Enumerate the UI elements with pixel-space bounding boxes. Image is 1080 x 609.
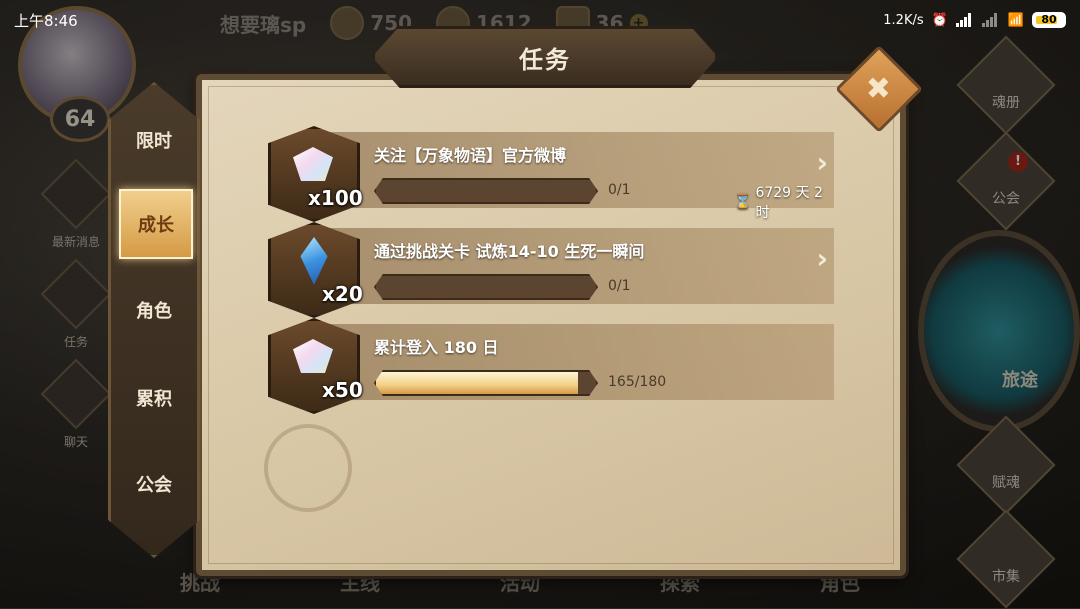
status-bar: 上午8:46 1.2K/s ⏰ 📶 80	[0, 0, 1080, 40]
tab-growth[interactable]: 成长	[119, 189, 193, 259]
quest-row[interactable]: x100 关注【万象物语】官方微博 0/1 ⌛ 6729 天 2 时 ›	[268, 126, 834, 222]
quest-row[interactable]: x50 累计登入 180 日 165/180	[268, 318, 834, 414]
progress-fill	[376, 372, 578, 394]
quest-timer: ⌛ 6729 天 2 时	[734, 182, 834, 222]
hourglass-icon: ⌛	[734, 194, 752, 210]
clock: 上午8:46	[14, 11, 78, 30]
timer-text: 6729 天 2 时	[755, 185, 823, 221]
dialog-title: 任务	[519, 45, 571, 74]
alarm-icon: ⏰	[931, 12, 948, 28]
blue-crystal-icon	[300, 237, 328, 285]
quest-category-tabs: 限时 成长 角色 累积 公会	[108, 82, 200, 558]
reward-count: x50	[322, 378, 363, 402]
decorative-seal-icon	[264, 424, 352, 512]
signal-icon	[955, 13, 974, 27]
progress-text: 0/1	[608, 182, 631, 198]
close-icon: ✖	[866, 71, 892, 107]
battery-text: 80	[1041, 13, 1057, 26]
quest-title: 累计登入 180 日	[374, 338, 499, 357]
status-icons: 1.2K/s ⏰ 📶 80	[883, 12, 1066, 28]
signal-icon-secondary	[981, 13, 1000, 27]
tab-character[interactable]: 角色	[111, 277, 197, 343]
progress-bar	[374, 370, 598, 396]
crystal-gem-icon	[293, 147, 333, 181]
quest-title: 通过挑战关卡 试炼14-10 生死一瞬间	[374, 242, 645, 261]
battery-icon: 80	[1032, 12, 1066, 28]
progress-bar	[374, 178, 598, 204]
progress-text: 0/1	[608, 278, 631, 294]
tab-guild[interactable]: 公会	[111, 451, 197, 517]
reward-count: x100	[308, 186, 363, 210]
reward-count: x20	[322, 282, 363, 306]
progress-bar	[374, 274, 598, 300]
tab-cumulative[interactable]: 累积	[111, 365, 197, 431]
crystal-gem-icon	[293, 339, 333, 373]
chevron-right-icon[interactable]: ›	[816, 242, 828, 275]
wifi-icon: 📶	[1007, 12, 1024, 28]
quest-title: 关注【万象物语】官方微博	[374, 146, 567, 165]
network-speed: 1.2K/s	[883, 12, 924, 28]
progress-text: 165/180	[608, 374, 667, 390]
chevron-right-icon[interactable]: ›	[816, 146, 828, 179]
tab-limited[interactable]: 限时	[111, 107, 197, 173]
quest-row[interactable]: x20 通过挑战关卡 试炼14-10 生死一瞬间 0/1 ›	[268, 222, 834, 318]
